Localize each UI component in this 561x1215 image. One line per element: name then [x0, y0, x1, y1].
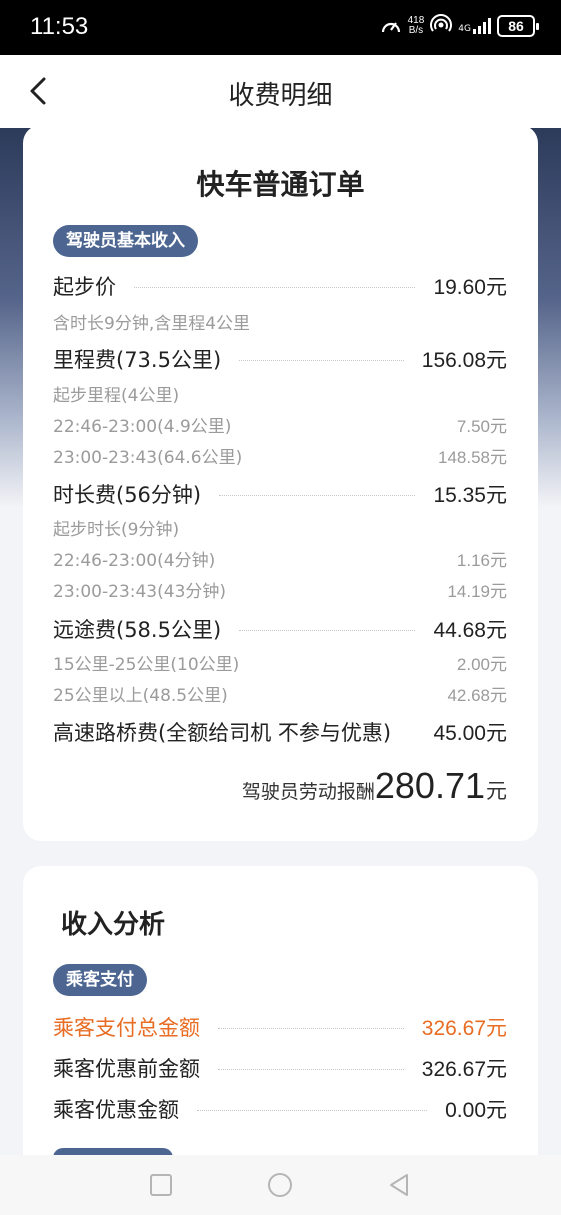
fare-subitem-label: 15公里-25公里(10公里): [53, 655, 240, 675]
payment-label: 乘客优惠金额: [53, 1098, 179, 1122]
triangle-left-icon: [390, 1174, 408, 1196]
network-speed: 418 B/s: [408, 16, 425, 36]
fare-label: 里程费(73.5公里): [53, 348, 222, 372]
page-title: 收费明细: [228, 81, 333, 111]
fare-subitem-value: 7.50元: [456, 417, 507, 436]
fare-subitem-value: 1.16元: [456, 551, 507, 570]
analysis-title: 收入分析: [61, 910, 166, 940]
fare-value: 156.08元: [421, 349, 507, 372]
total-label: 驾驶员劳动报酬: [241, 781, 375, 803]
total-amount: 280.71: [374, 765, 485, 806]
fare-value: 19.60元: [433, 276, 507, 299]
fare-note-text: 含时长9分钟,含里程4公里: [53, 314, 251, 334]
fare-subitem: 起步时长(9分钟): [53, 515, 507, 540]
dotted-leader: [239, 629, 416, 631]
fare-subitem-value: 14.19元: [447, 582, 507, 601]
fare-subitem: 22:46-23:00(4分钟) 1.16元: [53, 546, 507, 571]
fare-subitem-value: 42.68元: [447, 686, 507, 705]
fare-row-base: 起步价 19.60元: [53, 271, 507, 301]
fare-subitem-value: 148.58元: [438, 448, 507, 467]
payment-row-total: 乘客支付总金额 326.67元: [53, 1012, 507, 1042]
fare-subitem-value: 2.00元: [456, 655, 507, 674]
nav-bar: 收费明细: [0, 55, 561, 128]
fare-subitem-label: 23:00-23:43(64.6公里): [53, 448, 243, 468]
fare-subitem-label: 23:00-23:43(43分钟): [53, 582, 227, 602]
fare-label: 高速路桥费(全额给司机 不参与优惠): [53, 721, 392, 745]
recent-apps-button[interactable]: [148, 1172, 174, 1198]
status-indicators: 418 B/s 4G 86: [380, 14, 539, 38]
network-speed-unit: B/s: [408, 25, 424, 36]
payment-label: 乘客优惠前金额: [53, 1057, 200, 1081]
total-unit: 元: [486, 779, 507, 803]
fare-row-toll: 高速路桥费(全额给司机 不参与优惠) 45.00元: [53, 717, 507, 747]
cell-signal: 4G: [458, 18, 491, 34]
fare-subitem: 15公里-25公里(10公里) 2.00元: [53, 650, 507, 675]
income-analysis-card: 收入分析 乘客支付 乘客支付总金额 326.67元 乘客优惠前金额 326.67…: [23, 866, 538, 1186]
fare-row-long-distance: 远途费(58.5公里) 44.68元: [53, 614, 507, 644]
fare-value: 44.68元: [433, 619, 507, 642]
payment-value: 326.67元: [421, 1017, 507, 1040]
system-back-button[interactable]: [386, 1172, 412, 1198]
hotspot-icon: [430, 14, 453, 38]
system-nav-bar: [0, 1155, 561, 1215]
square-icon: [150, 1174, 172, 1196]
fare-subitem: 23:00-23:43(43分钟) 14.19元: [53, 577, 507, 602]
fare-value: 15.35元: [433, 484, 507, 507]
dotted-leader: [197, 1109, 428, 1111]
fare-label: 起步价: [53, 275, 116, 299]
home-button[interactable]: [267, 1172, 293, 1198]
section-badge-driver-income: 驾驶员基本收入: [53, 225, 198, 257]
speedometer-icon: [380, 16, 402, 36]
circle-icon: [268, 1173, 292, 1197]
fare-detail-card: 快车普通订单 驾驶员基本收入 起步价 19.60元 含时长9分钟,含里程4公里 …: [23, 125, 538, 841]
fare-subitem-label: 起步时长(9分钟): [53, 520, 180, 540]
network-type: 4G: [458, 24, 471, 34]
status-bar: 11:53 418 B/s 4G 86: [0, 0, 561, 55]
fare-subitem: 25公里以上(48.5公里) 42.68元: [53, 681, 507, 706]
fare-note: 含时长9分钟,含里程4公里: [53, 309, 507, 334]
fare-subitem-label: 起步里程(4公里): [53, 386, 180, 406]
fare-value: 45.00元: [433, 722, 507, 745]
battery-icon: 86: [497, 15, 539, 37]
fare-subitem: 起步里程(4公里): [53, 381, 507, 406]
dotted-leader: [218, 1027, 404, 1029]
fare-row-duration: 时长费(56分钟) 15.35元: [53, 479, 507, 509]
signal-bars-icon: [473, 18, 491, 34]
fare-subitem-label: 25公里以上(48.5公里): [53, 686, 228, 706]
payment-label: 乘客支付总金额: [53, 1016, 200, 1040]
dotted-leader: [219, 494, 416, 496]
order-type-title: 快车普通订单: [196, 168, 365, 201]
dotted-leader: [134, 286, 416, 288]
dotted-leader: [239, 359, 404, 361]
fare-subitem: 23:00-23:43(64.6公里) 148.58元: [53, 443, 507, 468]
payment-row-discount: 乘客优惠金额 0.00元: [53, 1094, 507, 1124]
fare-label: 时长费(56分钟): [53, 483, 202, 507]
fare-subitem-label: 22:46-23:00(4分钟): [53, 551, 216, 571]
fare-label: 远途费(58.5公里): [53, 618, 222, 642]
payment-value: 0.00元: [445, 1099, 507, 1122]
payment-value: 326.67元: [421, 1058, 507, 1081]
fare-subitem-label: 22:46-23:00(4.9公里): [53, 417, 232, 437]
payment-row-before-discount: 乘客优惠前金额 326.67元: [53, 1053, 507, 1083]
fare-subitem: 22:46-23:00(4.9公里) 7.50元: [53, 412, 507, 437]
dotted-leader: [397, 733, 427, 734]
section-badge-passenger-payment: 乘客支付: [53, 964, 147, 996]
driver-total: 驾驶员劳动报酬 280.71 元: [242, 765, 507, 807]
status-time: 11:53: [30, 13, 89, 40]
dotted-leader: [218, 1068, 404, 1070]
fare-row-mileage: 里程费(73.5公里) 156.08元: [53, 344, 507, 374]
